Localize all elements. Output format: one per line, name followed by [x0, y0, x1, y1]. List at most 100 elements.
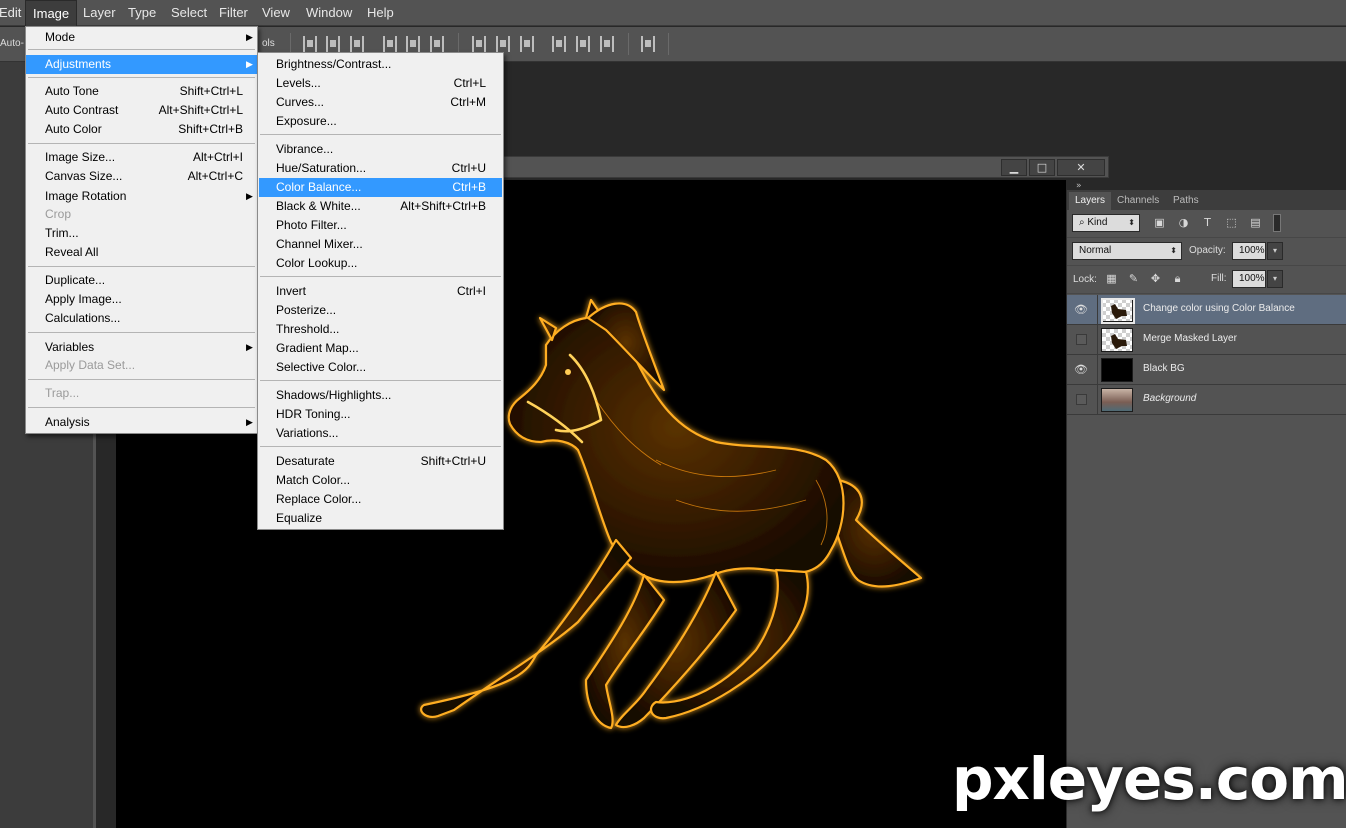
- menu-item-vibrance[interactable]: Vibrance...: [258, 140, 503, 159]
- type-layer-filter-icon[interactable]: T: [1201, 216, 1214, 229]
- align-bottom-icon[interactable]: [350, 36, 364, 52]
- blend-mode-dropdown[interactable]: Normal ⬍: [1072, 242, 1182, 260]
- align-left-icon[interactable]: [383, 36, 397, 52]
- menu-item-apply-image[interactable]: Apply Image...: [26, 290, 257, 309]
- visibility-toggle[interactable]: [1076, 394, 1087, 405]
- menu-item-auto-tone[interactable]: Auto Tone Shift+Ctrl+L: [26, 82, 257, 101]
- menu-item-crop: Crop: [26, 205, 257, 224]
- menu-item-equalize[interactable]: Equalize: [258, 509, 503, 528]
- distribute-left-icon[interactable]: [552, 36, 566, 52]
- transform-controls-label[interactable]: ols: [262, 38, 275, 49]
- menu-item-black-white[interactable]: Black & White... Alt+Shift+Ctrl+B: [258, 197, 503, 216]
- maximize-button[interactable]: □: [1029, 159, 1055, 176]
- tab-layers[interactable]: Layers: [1069, 192, 1112, 210]
- visibility-toggle[interactable]: [1076, 334, 1087, 345]
- menu-item-adjustments[interactable]: Adjustments ▶: [26, 55, 257, 74]
- lock-all-icon[interactable]: 🔒︎: [1171, 272, 1184, 285]
- menu-item-selective-color[interactable]: Selective Color...: [258, 358, 503, 377]
- opacity-slider-toggle[interactable]: ▾: [1267, 242, 1283, 260]
- lock-position-icon[interactable]: ✥: [1149, 272, 1162, 285]
- menu-view[interactable]: View: [255, 0, 297, 26]
- align-top-icon[interactable]: [303, 36, 317, 52]
- layer-row[interactable]: Background: [1067, 385, 1346, 415]
- menu-item-shadows-highlights[interactable]: Shadows/Highlights...: [258, 386, 503, 405]
- menu-item-invert[interactable]: Invert Ctrl+I: [258, 282, 503, 301]
- auto-select-label[interactable]: Auto-: [0, 38, 24, 49]
- align-horizontal-center-icon[interactable]: [406, 36, 420, 52]
- menu-item-gradient-map[interactable]: Gradient Map...: [258, 339, 503, 358]
- layer-name[interactable]: Background: [1143, 393, 1196, 404]
- filter-toggle-switch[interactable]: [1273, 214, 1281, 232]
- menu-item-hdr-toning[interactable]: HDR Toning...: [258, 405, 503, 424]
- menu-item-match-color[interactable]: Match Color...: [258, 471, 503, 490]
- menu-item-auto-contrast[interactable]: Auto Contrast Alt+Shift+Ctrl+L: [26, 101, 257, 120]
- menu-item-calculations[interactable]: Calculations...: [26, 309, 257, 328]
- distribute-horizontal-center-icon[interactable]: [576, 36, 590, 52]
- kind-filter-dropdown[interactable]: ⌕ Kind ⬍: [1072, 214, 1140, 232]
- menu-select[interactable]: Select: [164, 0, 214, 26]
- menu-item-hue-saturation[interactable]: Hue/Saturation... Ctrl+U: [258, 159, 503, 178]
- menu-layer[interactable]: Layer: [76, 0, 123, 26]
- menu-item-label: Adjustments: [45, 57, 112, 71]
- menu-item-color-lookup[interactable]: Color Lookup...: [258, 254, 503, 273]
- menu-item-channel-mixer[interactable]: Channel Mixer...: [258, 235, 503, 254]
- menu-item-posterize[interactable]: Posterize...: [258, 301, 503, 320]
- smart-object-filter-icon[interactable]: ▤: [1249, 216, 1262, 229]
- eye-icon[interactable]: 👁︎: [1073, 303, 1089, 317]
- tab-channels[interactable]: Channels: [1111, 192, 1165, 210]
- menu-item-trim[interactable]: Trim...: [26, 224, 257, 243]
- kind-filter-label: Kind: [1087, 217, 1108, 228]
- close-button[interactable]: ✕: [1057, 159, 1105, 176]
- layer-row[interactable]: Merge Masked Layer: [1067, 325, 1346, 355]
- lock-transparent-pixels-icon[interactable]: ▦: [1105, 272, 1118, 285]
- fill-slider-toggle[interactable]: ▾: [1267, 270, 1283, 288]
- distribute-top-icon[interactable]: [472, 36, 486, 52]
- menu-item-reveal-all[interactable]: Reveal All: [26, 243, 257, 262]
- align-right-icon[interactable]: [430, 36, 444, 52]
- menu-type[interactable]: Type: [121, 0, 163, 26]
- shape-layer-filter-icon[interactable]: ⬚: [1225, 216, 1238, 229]
- menu-item-image-size[interactable]: Image Size... Alt+Ctrl+I: [26, 148, 257, 167]
- menu-item-color-balance[interactable]: Color Balance... Ctrl+B: [259, 178, 502, 197]
- menu-item-photo-filter[interactable]: Photo Filter...: [258, 216, 503, 235]
- lock-image-pixels-icon[interactable]: ✎: [1127, 272, 1140, 285]
- layer-name[interactable]: Merge Masked Layer: [1143, 333, 1237, 344]
- menu-image[interactable]: Image: [25, 0, 78, 26]
- menu-item-exposure[interactable]: Exposure...: [258, 112, 503, 131]
- menu-item-desaturate[interactable]: Desaturate Shift+Ctrl+U: [258, 452, 503, 471]
- menu-item-canvas-size[interactable]: Canvas Size... Alt+Ctrl+C: [26, 167, 257, 186]
- align-vertical-center-icon[interactable]: [326, 36, 340, 52]
- menu-item-image-rotation[interactable]: Image Rotation ▶: [26, 187, 257, 206]
- menu-item-variations[interactable]: Variations...: [258, 424, 503, 443]
- adjustment-layer-filter-icon[interactable]: ◑: [1177, 216, 1190, 229]
- menu-item-levels[interactable]: Levels... Ctrl+L: [258, 74, 503, 93]
- menu-item-brightness-contrast[interactable]: Brightness/Contrast...: [258, 55, 503, 74]
- layer-row[interactable]: 👁︎ Change color using Color Balance: [1067, 295, 1346, 325]
- menu-item-label: Brightness/Contrast...: [276, 57, 392, 71]
- menu-item-auto-color[interactable]: Auto Color Shift+Ctrl+B: [26, 120, 257, 139]
- distribute-right-icon[interactable]: [600, 36, 614, 52]
- eye-icon[interactable]: 👁︎: [1073, 363, 1089, 377]
- menu-window[interactable]: Window: [299, 0, 359, 26]
- menu-filter[interactable]: Filter: [212, 0, 255, 26]
- fill-input[interactable]: 100%: [1232, 270, 1266, 288]
- layer-name[interactable]: Black BG: [1143, 363, 1185, 374]
- menu-item-analysis[interactable]: Analysis ▶: [26, 413, 257, 432]
- menu-help[interactable]: Help: [360, 0, 401, 26]
- minimize-button[interactable]: ▁: [1001, 159, 1027, 176]
- opacity-input[interactable]: 100%: [1232, 242, 1266, 260]
- menu-item-curves[interactable]: Curves... Ctrl+M: [258, 93, 503, 112]
- tab-paths[interactable]: Paths: [1167, 192, 1205, 210]
- menu-item-duplicate[interactable]: Duplicate...: [26, 271, 257, 290]
- distribute-vertical-center-icon[interactable]: [496, 36, 510, 52]
- layer-row[interactable]: 👁︎ Black BG: [1067, 355, 1346, 385]
- layer-name[interactable]: Change color using Color Balance: [1143, 303, 1295, 314]
- menu-item-variables[interactable]: Variables ▶: [26, 338, 257, 357]
- menu-item-threshold[interactable]: Threshold...: [258, 320, 503, 339]
- blend-mode-value: Normal: [1079, 245, 1112, 256]
- menu-item-mode[interactable]: Mode ▶: [26, 28, 257, 47]
- auto-align-layers-icon[interactable]: [641, 36, 655, 52]
- menu-item-replace-color[interactable]: Replace Color...: [258, 490, 503, 509]
- distribute-bottom-icon[interactable]: [520, 36, 534, 52]
- pixel-layer-filter-icon[interactable]: ▣: [1153, 216, 1166, 229]
